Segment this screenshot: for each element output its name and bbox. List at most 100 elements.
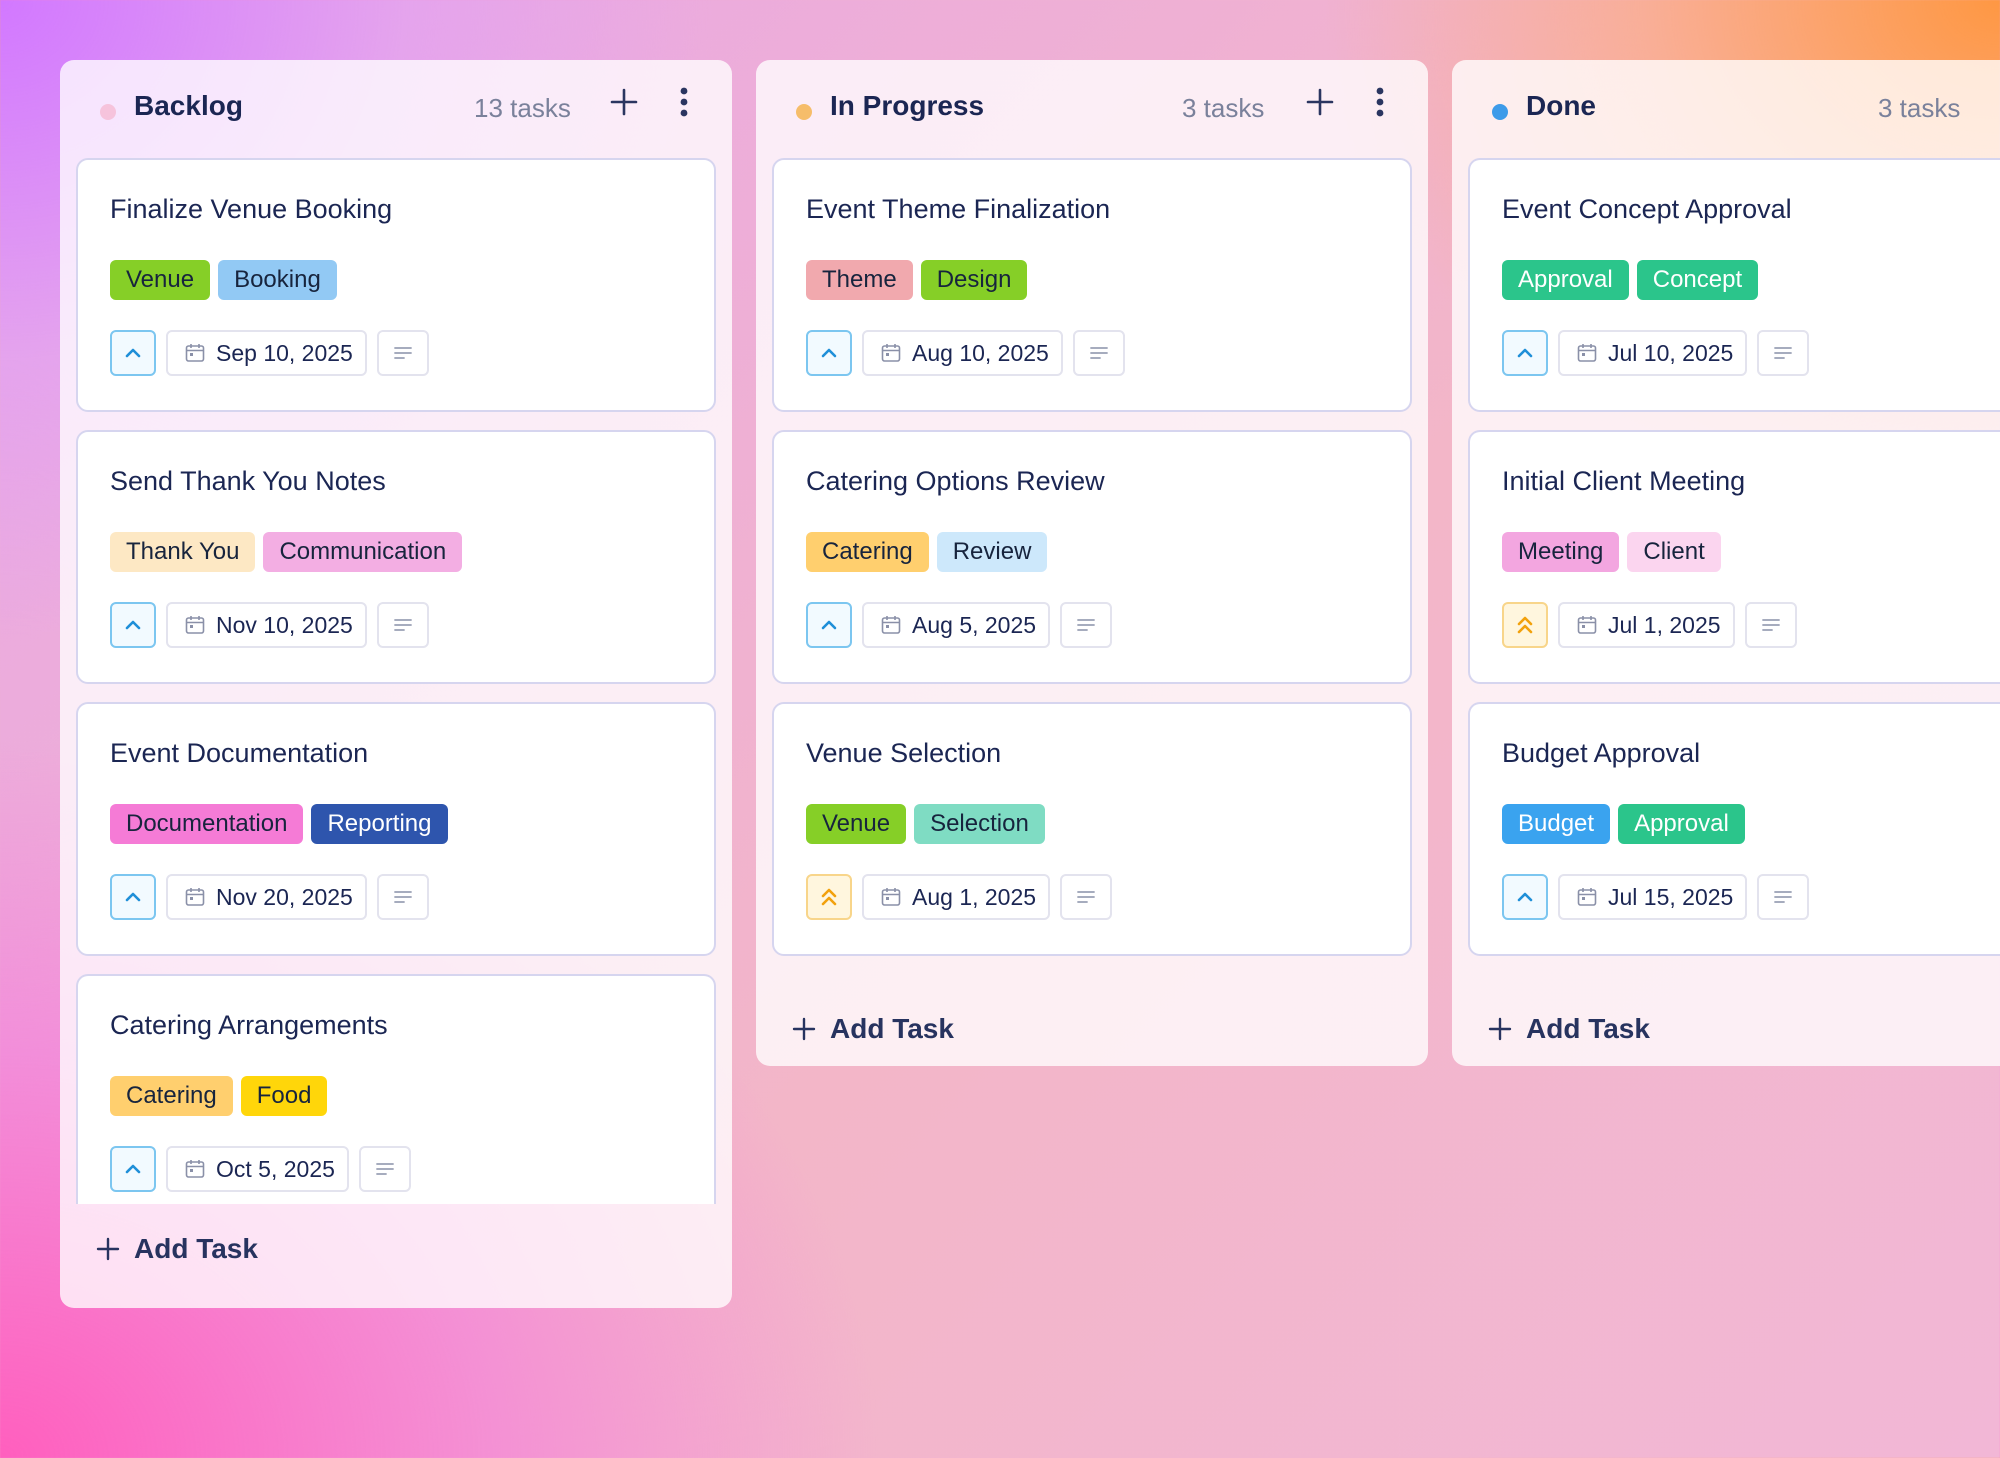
calendar-icon [185, 344, 205, 362]
add-task-button[interactable]: Add Task [756, 974, 1428, 1066]
due-date-button[interactable]: Aug 10, 2025 [862, 330, 1063, 376]
tag: Meeting [1502, 532, 1620, 572]
tag: Reporting [311, 804, 448, 844]
task-card[interactable]: Budget Approval Budget Approval Jul 15, … [1468, 702, 2000, 956]
priority-button[interactable] [110, 1146, 156, 1192]
status-dot [100, 104, 116, 120]
due-date-button[interactable]: Sep 10, 2025 [166, 330, 367, 376]
task-card[interactable]: Catering Arrangements Catering Food Oct … [76, 974, 716, 1204]
description-icon [1077, 891, 1095, 903]
priority-button[interactable] [1502, 330, 1548, 376]
double-chevron-up-icon [821, 888, 837, 906]
priority-button[interactable] [806, 602, 852, 648]
chevron-up-icon [125, 1164, 141, 1174]
calendar-icon [185, 616, 205, 634]
tag: Communication [263, 532, 463, 572]
description-icon [1077, 619, 1095, 631]
task-card[interactable]: Initial Client Meeting Meeting Client Ju… [1468, 430, 2000, 684]
task-title: Venue Selection [806, 738, 1002, 768]
chevron-up-icon [125, 348, 141, 358]
description-button[interactable] [1744, 602, 1797, 648]
card-list: Event Concept Approval Approval Concept … [1452, 158, 2000, 956]
add-task-label: Add Task [1526, 1013, 1650, 1044]
column-done: Done 3 tasks Event Concept Approval Appr… [1452, 60, 2000, 1066]
column-in-progress: In Progress 3 tasks Event Theme Finaliza… [756, 60, 1428, 1066]
calendar-icon [881, 888, 901, 906]
priority-button[interactable] [110, 330, 156, 376]
description-button[interactable] [376, 602, 429, 648]
task-card[interactable]: Send Thank You Notes Thank You Communica… [76, 430, 716, 684]
due-date-button[interactable]: Jul 15, 2025 [1558, 874, 1748, 920]
kanban-board: Backlog 13 tasks Finalize Venue Booking … [0, 0, 2000, 1458]
task-count: 3 tasks [1878, 93, 1961, 123]
description-icon [376, 1163, 394, 1175]
more-vertical-icon[interactable] [674, 84, 694, 120]
task-meta: Oct 5, 2025 [110, 1146, 411, 1192]
due-date: Aug 5, 2025 [912, 611, 1037, 638]
task-card[interactable]: Event Documentation Documentation Report… [76, 702, 716, 956]
description-button[interactable] [1060, 874, 1113, 920]
task-meta: Aug 5, 2025 [806, 602, 1113, 648]
add-icon[interactable] [606, 84, 642, 120]
due-date-button[interactable]: Nov 20, 2025 [166, 874, 367, 920]
description-button[interactable] [358, 1146, 411, 1192]
chevron-up-icon [1517, 892, 1533, 902]
priority-button[interactable] [110, 602, 156, 648]
task-title: Initial Client Meeting [1502, 466, 1746, 496]
status-dot [796, 104, 812, 120]
description-button[interactable] [376, 330, 429, 376]
description-button[interactable] [1072, 330, 1125, 376]
task-meta: Aug 1, 2025 [806, 874, 1113, 920]
due-date-button[interactable]: Nov 10, 2025 [166, 602, 367, 648]
description-icon [1761, 619, 1780, 631]
task-card[interactable]: Venue Selection Venue Selection Aug 1, 2… [772, 702, 1412, 956]
calendar-icon [881, 616, 901, 634]
due-date-button[interactable]: Aug 5, 2025 [862, 602, 1051, 648]
add-task-label: Add Task [830, 1013, 954, 1044]
tag: Concept [1636, 260, 1759, 300]
tag: Selection [914, 804, 1045, 844]
add-task-button[interactable]: Add Task [60, 1204, 732, 1294]
tag: Catering [806, 532, 929, 572]
task-title: Finalize Venue Booking [110, 194, 393, 224]
description-button[interactable] [1060, 602, 1113, 648]
tag-list: Thank You Communication [110, 532, 463, 572]
task-card[interactable]: Event Concept Approval Approval Concept … [1468, 158, 2000, 412]
tag: Venue [110, 260, 211, 300]
priority-button[interactable] [806, 874, 852, 920]
priority-button[interactable] [806, 330, 852, 376]
add-icon[interactable] [1302, 84, 1338, 120]
description-button[interactable] [1757, 330, 1810, 376]
due-date-button[interactable]: Jul 1, 2025 [1558, 602, 1735, 648]
priority-button[interactable] [1502, 602, 1548, 648]
tag-list: Budget Approval [1502, 804, 1745, 844]
description-icon [1774, 347, 1793, 359]
tag: Venue [806, 804, 907, 844]
tag: Review [936, 532, 1048, 572]
due-date-button[interactable]: Aug 1, 2025 [862, 874, 1051, 920]
tag-list: Theme Design [806, 260, 1028, 300]
due-date-button[interactable]: Oct 5, 2025 [166, 1146, 349, 1192]
column-header: Done 3 tasks [1452, 60, 2000, 158]
task-card[interactable]: Catering Options Review Catering Review … [772, 430, 1412, 684]
task-card[interactable]: Event Theme Finalization Theme Design Au… [772, 158, 1412, 412]
column-backlog: Backlog 13 tasks Finalize Venue Booking … [60, 60, 732, 1308]
tag-list: Catering Food [110, 1076, 328, 1116]
due-date-button[interactable]: Jul 10, 2025 [1558, 330, 1748, 376]
add-task-button[interactable]: Add Task [1452, 974, 2000, 1066]
due-date: Nov 20, 2025 [216, 883, 353, 910]
task-title: Event Concept Approval [1502, 194, 1792, 224]
due-date: Jul 15, 2025 [1608, 883, 1734, 910]
priority-button[interactable] [110, 874, 156, 920]
more-vertical-icon[interactable] [1370, 84, 1390, 120]
column-header: Backlog 13 tasks [60, 60, 732, 158]
description-button[interactable] [376, 874, 429, 920]
priority-button[interactable] [1502, 874, 1548, 920]
tag: Documentation [110, 804, 304, 844]
add-task-label: Add Task [134, 1233, 258, 1264]
description-icon [1089, 347, 1108, 359]
chevron-up-icon [125, 620, 141, 630]
task-card[interactable]: Finalize Venue Booking Venue Booking Sep… [76, 158, 716, 412]
description-button[interactable] [1757, 874, 1810, 920]
tag: Booking [218, 260, 337, 300]
